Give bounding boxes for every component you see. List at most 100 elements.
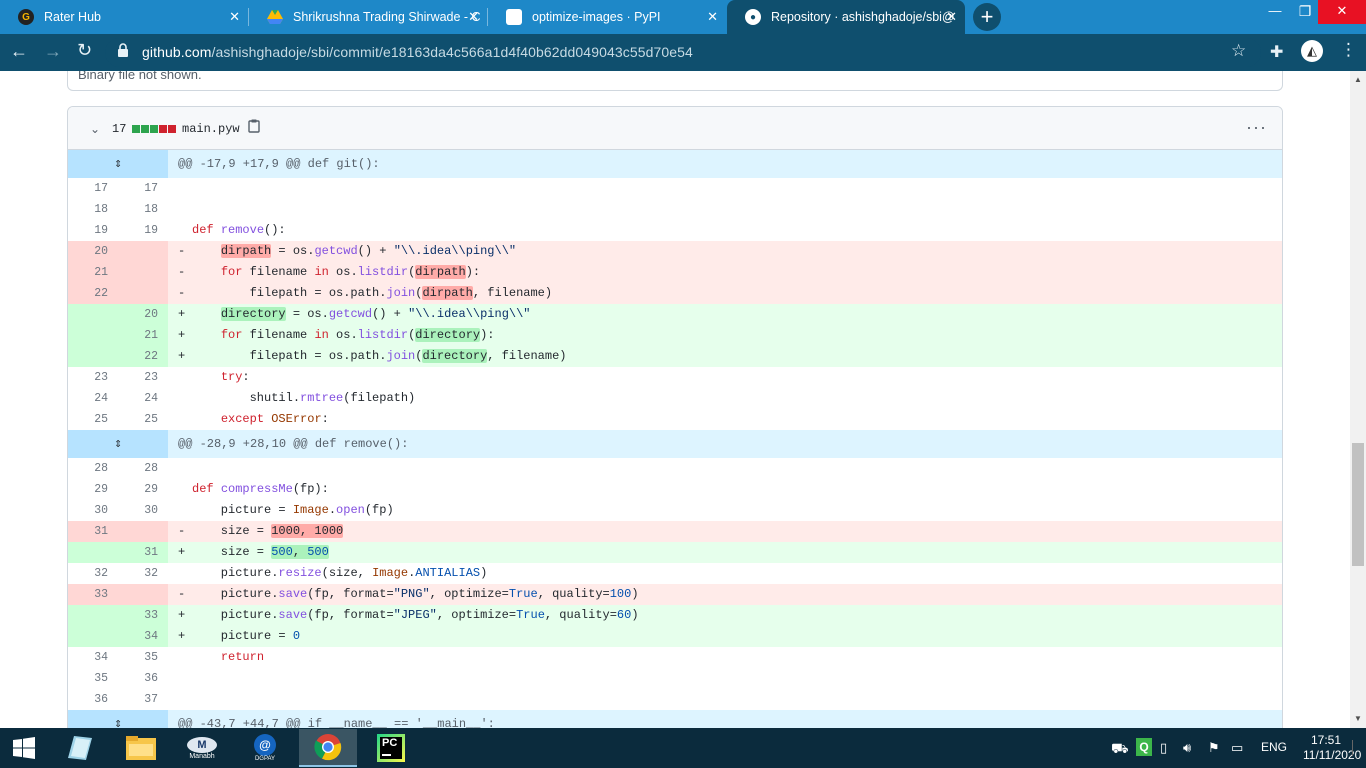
old-line-number[interactable]: 33	[68, 584, 118, 605]
old-line-number[interactable]: 23	[68, 367, 118, 388]
profile-avatar-icon[interactable]: ◭	[1301, 40, 1323, 62]
bookmark-star-icon[interactable]: ☆	[1231, 41, 1246, 61]
new-line-number[interactable]: 20	[118, 304, 168, 325]
old-line-number[interactable]: 17	[68, 178, 118, 199]
old-line-number[interactable]: 22	[68, 283, 118, 304]
collapse-chevron-icon[interactable]: ⌄	[90, 122, 100, 136]
old-line-number[interactable]	[68, 626, 118, 647]
new-line-number[interactable]: 23	[118, 367, 168, 388]
new-line-number[interactable]: 30	[118, 500, 168, 521]
extensions-puzzle-icon[interactable]: ✚	[1270, 42, 1283, 62]
reload-icon[interactable]: ↻	[77, 40, 92, 61]
old-line-number[interactable]: 36	[68, 689, 118, 710]
diff-sign: +	[178, 349, 186, 363]
tab-rater-hub[interactable]: G Rater Hub ✕	[0, 0, 248, 34]
old-line-number[interactable]: 32	[68, 563, 118, 584]
show-desktop-button[interactable]	[1352, 740, 1364, 756]
security-alert-icon[interactable]: ⚑	[1208, 740, 1220, 756]
windows-start-icon[interactable]	[0, 729, 48, 767]
forward-icon[interactable]: →	[44, 41, 62, 62]
new-line-number[interactable]: 24	[118, 388, 168, 409]
new-line-number[interactable]	[118, 283, 168, 304]
file-explorer-icon[interactable]	[112, 729, 170, 767]
new-line-number[interactable]: 32	[118, 563, 168, 584]
url-text[interactable]: github.com/ashishghadoje/sbi/commit/e181…	[142, 44, 693, 60]
browser-menu-icon[interactable]: ⋮	[1340, 40, 1357, 60]
old-line-number[interactable]: 19	[68, 220, 118, 241]
taskbar-app-dgpay[interactable]: @ DGPAY	[236, 729, 294, 767]
close-tab-icon[interactable]: ✕	[229, 9, 240, 25]
new-line-number[interactable]: 36	[118, 668, 168, 689]
new-line-number[interactable]: 35	[118, 647, 168, 668]
volume-icon[interactable]: 🔊︎	[1183, 740, 1191, 756]
diff-sign: +	[178, 328, 186, 342]
old-line-number[interactable]	[68, 346, 118, 367]
old-line-number[interactable]: 35	[68, 668, 118, 689]
tab-pypi[interactable]: optimize-images · PyPI ✕	[488, 0, 726, 34]
clock[interactable]: 17:51 11/11/2020	[1303, 733, 1361, 763]
new-line-number[interactable]	[118, 241, 168, 262]
old-line-number[interactable]: 20	[68, 241, 118, 262]
expand-hunk-icon[interactable]: ⇕	[68, 710, 168, 728]
new-line-number[interactable]	[118, 584, 168, 605]
new-line-number[interactable]: 31	[118, 542, 168, 563]
app-label: Manabh	[189, 752, 215, 760]
new-line-number[interactable]: 37	[118, 689, 168, 710]
old-line-number[interactable]: 21	[68, 262, 118, 283]
hunk-text: @@ -28,9 +28,10 @@ def remove():	[178, 437, 409, 451]
new-line-number[interactable]: 21	[118, 325, 168, 346]
old-line-number[interactable]: 31	[68, 521, 118, 542]
new-line-number[interactable]: 17	[118, 178, 168, 199]
new-line-number[interactable]: 22	[118, 346, 168, 367]
new-line-number[interactable]: 25	[118, 409, 168, 430]
network-tray-icon[interactable]: ⛟	[1111, 740, 1129, 759]
lock-icon[interactable]	[117, 43, 129, 60]
scroll-down-arrow-icon[interactable]: ▼	[1354, 714, 1362, 723]
copy-path-clipboard-icon[interactable]	[248, 119, 260, 136]
wifi-tray-icon[interactable]: ▭	[1231, 740, 1243, 756]
pycharm-icon[interactable]: PC	[362, 729, 420, 767]
scrollbar-thumb[interactable]	[1352, 443, 1364, 566]
new-line-number[interactable]: 33	[118, 605, 168, 626]
old-line-number[interactable]	[68, 605, 118, 626]
expand-hunk-icon[interactable]: ⇕	[68, 150, 168, 178]
old-line-number[interactable]: 34	[68, 647, 118, 668]
page-scrollbar[interactable]: ▲ ▼	[1350, 71, 1366, 728]
old-line-number[interactable]: 18	[68, 199, 118, 220]
tab-google-drive[interactable]: Shrikrushna Trading Shirwade - C ✕	[249, 0, 487, 34]
close-tab-icon[interactable]: ✕	[946, 9, 957, 25]
close-tab-icon[interactable]: ✕	[468, 9, 479, 25]
new-line-number[interactable]: 28	[118, 458, 168, 479]
expand-hunk-icon[interactable]: ⇕	[68, 430, 168, 458]
file-options-kebab-icon[interactable]: ···	[1246, 117, 1267, 138]
chrome-icon[interactable]	[299, 729, 357, 767]
taskbar-app-manabh[interactable]: M Manabh	[173, 729, 231, 767]
new-line-number[interactable]: 34	[118, 626, 168, 647]
new-line-number[interactable]: 18	[118, 199, 168, 220]
tab-github-repository[interactable]: ● Repository · ashishghadoje/sbi@ ✕	[727, 0, 965, 34]
old-line-number[interactable]: 24	[68, 388, 118, 409]
new-line-number[interactable]	[118, 521, 168, 542]
old-line-number[interactable]: 29	[68, 479, 118, 500]
close-tab-icon[interactable]: ✕	[707, 9, 718, 25]
old-line-number[interactable]: 25	[68, 409, 118, 430]
diff-row-added: 33 + picture.save(fp, format="JPEG", opti…	[68, 605, 1282, 626]
old-line-number[interactable]: 30	[68, 500, 118, 521]
old-line-number[interactable]: 28	[68, 458, 118, 479]
new-line-number[interactable]: 29	[118, 479, 168, 500]
new-tab-button[interactable]: +	[973, 3, 1001, 31]
scroll-up-arrow-icon[interactable]: ▲	[1354, 75, 1362, 84]
q-app-tray-icon[interactable]: Q	[1136, 738, 1152, 756]
window-close-icon[interactable]: ✕	[1318, 0, 1366, 24]
old-line-number[interactable]	[68, 542, 118, 563]
new-line-number[interactable]: 19	[118, 220, 168, 241]
old-line-number[interactable]	[68, 325, 118, 346]
file-name[interactable]: main.pyw	[182, 122, 240, 136]
new-line-number[interactable]	[118, 262, 168, 283]
language-indicator[interactable]: ENG	[1261, 740, 1287, 754]
notes-app-icon[interactable]	[52, 729, 110, 767]
back-icon[interactable]: ←	[10, 41, 28, 62]
battery-tray-icon[interactable]: ▯	[1160, 740, 1167, 756]
diff-row-deleted: 21 - for filename in os.listdir(dirpath):	[68, 262, 1282, 283]
old-line-number[interactable]	[68, 304, 118, 325]
